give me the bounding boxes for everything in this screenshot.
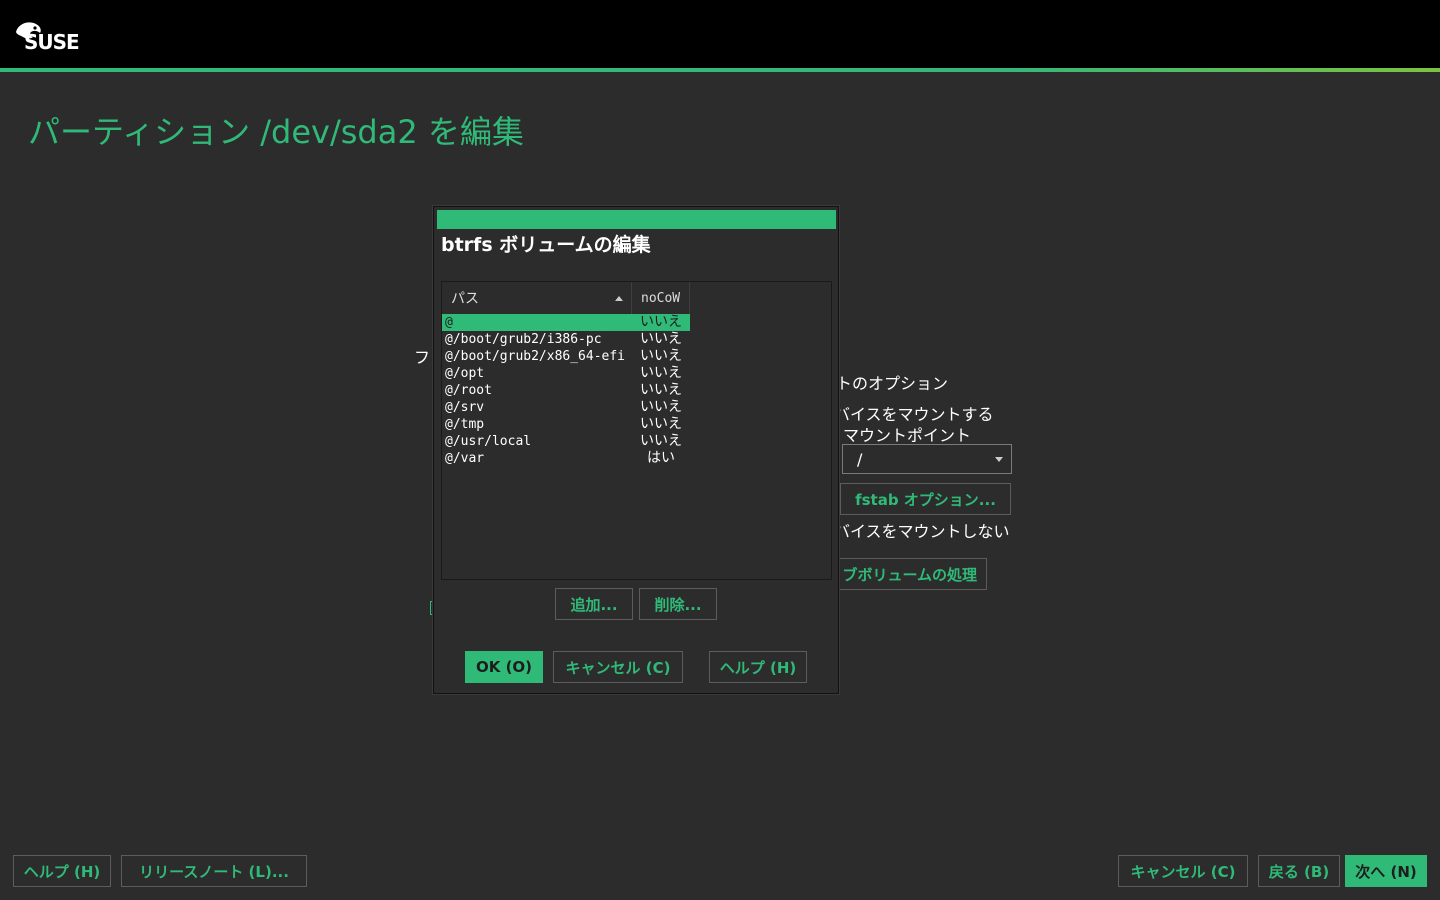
row-nocow: いいえ bbox=[640, 416, 682, 432]
table-row[interactable]: @ いいえ bbox=[442, 314, 690, 331]
table-row[interactable]: @/root いいえ bbox=[442, 382, 690, 399]
row-nocow: いいえ bbox=[640, 433, 682, 449]
table-header: パス noCoW bbox=[442, 282, 690, 315]
delete-subvolume-button[interactable]: 削除... bbox=[639, 588, 717, 620]
row-nocow: いいえ bbox=[640, 365, 682, 381]
row-path: @/usr/local bbox=[445, 434, 532, 449]
column-header-nocow[interactable]: noCoW bbox=[632, 282, 690, 314]
top-bar: SUSE bbox=[0, 0, 1440, 68]
row-path: @/root bbox=[445, 383, 492, 398]
dialog-help-button[interactable]: ヘルプ (H) bbox=[709, 651, 807, 683]
suse-logo-text: SUSE bbox=[24, 30, 80, 54]
fstab-options-button[interactable]: fstab オプション... bbox=[840, 483, 1011, 515]
row-nocow: いいえ bbox=[640, 348, 682, 364]
footer-help-button[interactable]: ヘルプ (H) bbox=[13, 855, 111, 887]
mount-options-heading: トのオプション bbox=[836, 374, 949, 393]
row-path: @/boot/grub2/i386-pc bbox=[445, 332, 602, 347]
row-nocow: いいえ bbox=[640, 399, 682, 415]
row-path: @/tmp bbox=[445, 417, 485, 432]
mount-point-combobox[interactable]: / bbox=[842, 444, 1012, 474]
row-path: @/boot/grub2/x86_64-efi bbox=[445, 349, 626, 364]
filesystem-label-fragment: フ bbox=[414, 348, 431, 367]
dialog-title-bar bbox=[437, 210, 836, 229]
footer-cancel-button[interactable]: キャンセル (C) bbox=[1118, 855, 1248, 887]
release-notes-button[interactable]: リリースノート (L)... bbox=[121, 855, 307, 887]
row-path: @ bbox=[445, 315, 453, 330]
column-header-path[interactable]: パス bbox=[442, 282, 632, 314]
row-nocow: はい bbox=[647, 450, 675, 466]
table-row[interactable]: @/opt いいえ bbox=[442, 365, 690, 382]
subvolume-handling-button[interactable]: ブボリュームの処理 bbox=[826, 558, 987, 590]
add-subvolume-button[interactable]: 追加... bbox=[555, 588, 633, 620]
mount-point-value: / bbox=[857, 450, 863, 469]
row-nocow: いいえ bbox=[640, 314, 682, 330]
dialog-cancel-button[interactable]: キャンセル (C) bbox=[553, 651, 683, 683]
table-row[interactable]: @/tmp いいえ bbox=[442, 416, 690, 433]
back-button[interactable]: 戻る (B) bbox=[1258, 855, 1340, 887]
next-button[interactable]: 次へ (N) bbox=[1345, 855, 1427, 887]
mount-point-label: マウントポイント bbox=[843, 426, 972, 445]
sort-ascending-icon bbox=[615, 296, 623, 301]
row-path: @/var bbox=[445, 451, 485, 466]
table-row[interactable]: @/srv いいえ bbox=[442, 399, 690, 416]
row-path: @/srv bbox=[445, 400, 485, 415]
row-nocow: いいえ bbox=[640, 382, 682, 398]
subvolume-table[interactable]: パス noCoW @ いいえ @/boot/grub2/i386-pc いいえ @/bo… bbox=[441, 281, 832, 580]
do-not-mount-radio[interactable]: バイスをマウントしない bbox=[834, 518, 1010, 542]
row-path: @/opt bbox=[445, 366, 485, 381]
column-header-path-label: パス bbox=[451, 291, 479, 307]
table-row[interactable]: @/var はい bbox=[442, 450, 690, 467]
table-row[interactable]: @/usr/local いいえ bbox=[442, 433, 690, 450]
table-row[interactable]: @/boot/grub2/x86_64-efi いいえ bbox=[442, 348, 690, 365]
chevron-down-icon bbox=[995, 457, 1003, 462]
dialog-ok-button[interactable]: OK (O) bbox=[465, 651, 543, 683]
table-row[interactable]: @/boot/grub2/i386-pc いいえ bbox=[442, 331, 690, 348]
row-nocow: いいえ bbox=[640, 331, 682, 347]
dialog-heading: btrfs ボリュームの編集 bbox=[441, 234, 651, 256]
page-title: パーティション /dev/sda2 を編集 bbox=[28, 113, 524, 152]
header-accent-line bbox=[0, 68, 1440, 72]
edit-btrfs-volumes-dialog: btrfs ボリュームの編集 パス noCoW @ いいえ @/boot/grub2… bbox=[433, 206, 839, 694]
